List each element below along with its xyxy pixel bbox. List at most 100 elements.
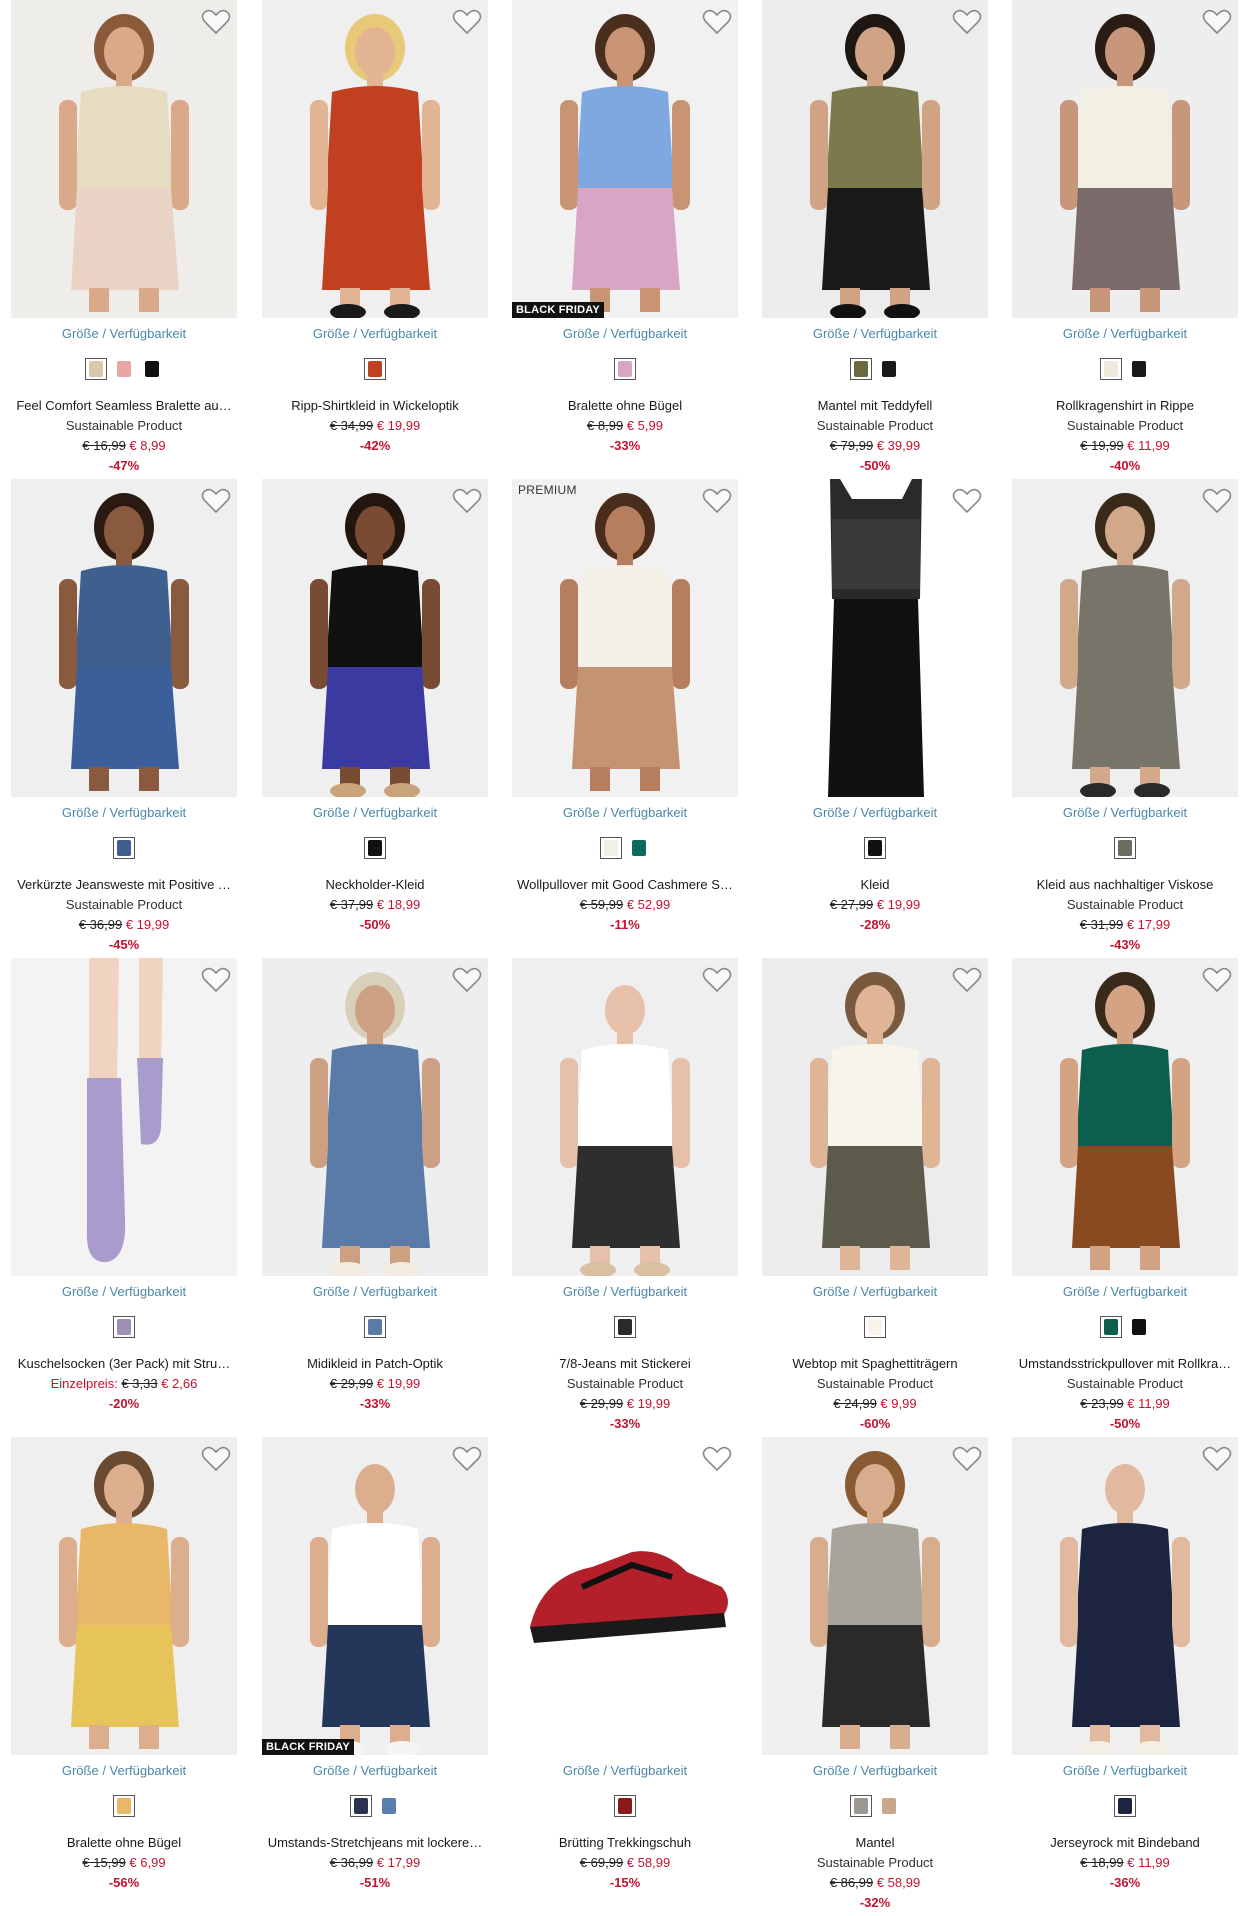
color-swatch[interactable] bbox=[614, 1316, 636, 1338]
color-swatch[interactable] bbox=[864, 1316, 886, 1338]
product-card[interactable]: Größe / Verfügbarkeit Jerseyrock mit Bind… bbox=[1012, 1437, 1238, 1907]
size-availability-link[interactable]: Größe / Verfügbarkeit bbox=[512, 326, 738, 341]
product-card[interactable]: Größe / Verfügbarkeit Neckholder-Kleid € 3… bbox=[262, 479, 488, 949]
color-swatch[interactable] bbox=[113, 1316, 135, 1338]
product-name[interactable]: 7/8-Jeans mit Stickerei bbox=[512, 1356, 738, 1371]
product-name[interactable]: Bralette ohne Bügel bbox=[11, 1835, 237, 1850]
color-swatch[interactable] bbox=[113, 837, 135, 859]
product-name[interactable]: Umstandsstrickpullover mit Rollkra… bbox=[1012, 1356, 1238, 1371]
product-name[interactable]: Mantel bbox=[762, 1835, 988, 1850]
product-image-frame[interactable] bbox=[1012, 1437, 1238, 1755]
product-name[interactable]: Bralette ohne Bügel bbox=[512, 398, 738, 413]
color-swatch[interactable] bbox=[878, 358, 900, 380]
size-availability-link[interactable]: Größe / Verfügbarkeit bbox=[11, 1763, 237, 1778]
color-swatch[interactable] bbox=[1100, 1316, 1122, 1338]
wishlist-heart-icon[interactable] bbox=[1202, 487, 1232, 515]
product-name[interactable]: Kleid bbox=[762, 877, 988, 892]
product-name[interactable]: Kleid aus nachhaltiger Viskose bbox=[1012, 877, 1238, 892]
color-swatch[interactable] bbox=[1100, 358, 1122, 380]
wishlist-heart-icon[interactable] bbox=[702, 966, 732, 994]
wishlist-heart-icon[interactable] bbox=[702, 487, 732, 515]
product-name[interactable]: Webtop mit Spaghettiträgern bbox=[762, 1356, 988, 1371]
size-availability-link[interactable]: Größe / Verfügbarkeit bbox=[512, 1284, 738, 1299]
product-card[interactable]: Größe / Verfügbarkeit 7/8-Jeans mit Stick… bbox=[512, 958, 738, 1431]
wishlist-heart-icon[interactable] bbox=[1202, 8, 1232, 36]
product-card[interactable]: Größe / Verfügbarkeit Feel Comfort Seamle… bbox=[11, 0, 237, 473]
product-card[interactable]: Größe / Verfügbarkeit Verkürzte Jeanswest… bbox=[11, 479, 237, 952]
product-image-frame[interactable] bbox=[762, 479, 988, 797]
color-swatch[interactable] bbox=[364, 837, 386, 859]
size-availability-link[interactable]: Größe / Verfügbarkeit bbox=[11, 805, 237, 820]
product-card[interactable]: Größe / Verfügbarkeit Kleid aus nachhalti… bbox=[1012, 479, 1238, 952]
size-availability-link[interactable]: Größe / Verfügbarkeit bbox=[262, 805, 488, 820]
color-swatch[interactable] bbox=[614, 358, 636, 380]
size-availability-link[interactable]: Größe / Verfügbarkeit bbox=[1012, 1284, 1238, 1299]
color-swatch[interactable] bbox=[141, 358, 163, 380]
product-image-frame[interactable] bbox=[762, 0, 988, 318]
product-name[interactable]: Verkürzte Jeansweste mit Positive … bbox=[11, 877, 237, 892]
size-availability-link[interactable]: Größe / Verfügbarkeit bbox=[262, 1763, 488, 1778]
product-image-frame[interactable] bbox=[11, 958, 237, 1276]
color-swatch[interactable] bbox=[850, 358, 872, 380]
color-swatch[interactable] bbox=[1114, 1795, 1136, 1817]
wishlist-heart-icon[interactable] bbox=[952, 8, 982, 36]
size-availability-link[interactable]: Größe / Verfügbarkeit bbox=[762, 326, 988, 341]
product-image-frame[interactable] bbox=[262, 0, 488, 318]
product-name[interactable]: Brütting Trekkingschuh bbox=[512, 1835, 738, 1850]
wishlist-heart-icon[interactable] bbox=[452, 1445, 482, 1473]
product-card[interactable]: BLACK FRIDAY Größe / Verfügbarkeit Bralett… bbox=[512, 0, 738, 470]
product-card[interactable]: Größe / Verfügbarkeit Webtop mit Spaghett… bbox=[762, 958, 988, 1431]
product-card[interactable]: Größe / Verfügbarkeit Mantel mit Teddyfel… bbox=[762, 0, 988, 473]
product-image-frame[interactable] bbox=[11, 0, 237, 318]
wishlist-heart-icon[interactable] bbox=[201, 966, 231, 994]
color-swatch[interactable] bbox=[850, 1795, 872, 1817]
product-image-frame[interactable] bbox=[1012, 0, 1238, 318]
size-availability-link[interactable]: Größe / Verfügbarkeit bbox=[762, 1763, 988, 1778]
product-image-frame[interactable] bbox=[262, 958, 488, 1276]
product-image-frame[interactable]: PREMIUM bbox=[512, 479, 738, 797]
product-card[interactable]: BLACK FRIDAY Größe / Verfügbarkeit Umstand… bbox=[262, 1437, 488, 1907]
product-name[interactable]: Ripp-Shirtkleid in Wickeloptik bbox=[262, 398, 488, 413]
product-image-frame[interactable] bbox=[762, 1437, 988, 1755]
wishlist-heart-icon[interactable] bbox=[452, 8, 482, 36]
product-card[interactable]: Größe / Verfügbarkeit Bralette ohne Bügel… bbox=[11, 1437, 237, 1907]
color-swatch[interactable] bbox=[85, 358, 107, 380]
wishlist-heart-icon[interactable] bbox=[201, 8, 231, 36]
product-name[interactable]: Kuschelsocken (3er Pack) mit Stru… bbox=[11, 1356, 237, 1371]
product-name[interactable]: Jerseyrock mit Bindeband bbox=[1012, 1835, 1238, 1850]
wishlist-heart-icon[interactable] bbox=[201, 487, 231, 515]
product-name[interactable]: Umstands-Stretchjeans mit lockere… bbox=[262, 1835, 488, 1850]
size-availability-link[interactable]: Größe / Verfügbarkeit bbox=[11, 326, 237, 341]
wishlist-heart-icon[interactable] bbox=[952, 487, 982, 515]
product-image-frame[interactable] bbox=[512, 1437, 738, 1755]
product-card[interactable]: Größe / Verfügbarkeit Umstandsstrickpullo… bbox=[1012, 958, 1238, 1431]
product-image-frame[interactable]: BLACK FRIDAY bbox=[512, 0, 738, 318]
product-image-frame[interactable]: BLACK FRIDAY bbox=[262, 1437, 488, 1755]
color-swatch[interactable] bbox=[1128, 358, 1150, 380]
size-availability-link[interactable]: Größe / Verfügbarkeit bbox=[1012, 326, 1238, 341]
product-name[interactable]: Mantel mit Teddyfell bbox=[762, 398, 988, 413]
product-card[interactable]: Größe / Verfügbarkeit Midikleid in Patch-… bbox=[262, 958, 488, 1428]
color-swatch[interactable] bbox=[378, 1795, 400, 1817]
wishlist-heart-icon[interactable] bbox=[952, 1445, 982, 1473]
size-availability-link[interactable]: Größe / Verfügbarkeit bbox=[512, 805, 738, 820]
product-name[interactable]: Rollkragenshirt in Rippe bbox=[1012, 398, 1238, 413]
product-card[interactable]: Größe / Verfügbarkeit Rollkragenshirt in … bbox=[1012, 0, 1238, 473]
color-swatch[interactable] bbox=[628, 837, 650, 859]
product-image-frame[interactable] bbox=[262, 479, 488, 797]
color-swatch[interactable] bbox=[864, 837, 886, 859]
product-image-frame[interactable] bbox=[1012, 958, 1238, 1276]
wishlist-heart-icon[interactable] bbox=[452, 487, 482, 515]
product-image-frame[interactable] bbox=[512, 958, 738, 1276]
color-swatch[interactable] bbox=[113, 358, 135, 380]
wishlist-heart-icon[interactable] bbox=[201, 1445, 231, 1473]
product-name[interactable]: Feel Comfort Seamless Bralette au… bbox=[11, 398, 237, 413]
color-swatch[interactable] bbox=[878, 1795, 900, 1817]
product-image-frame[interactable] bbox=[1012, 479, 1238, 797]
size-availability-link[interactable]: Größe / Verfügbarkeit bbox=[262, 326, 488, 341]
size-availability-link[interactable]: Größe / Verfügbarkeit bbox=[512, 1763, 738, 1778]
size-availability-link[interactable]: Größe / Verfügbarkeit bbox=[1012, 805, 1238, 820]
color-swatch[interactable] bbox=[1114, 837, 1136, 859]
color-swatch[interactable] bbox=[113, 1795, 135, 1817]
size-availability-link[interactable]: Größe / Verfügbarkeit bbox=[762, 805, 988, 820]
